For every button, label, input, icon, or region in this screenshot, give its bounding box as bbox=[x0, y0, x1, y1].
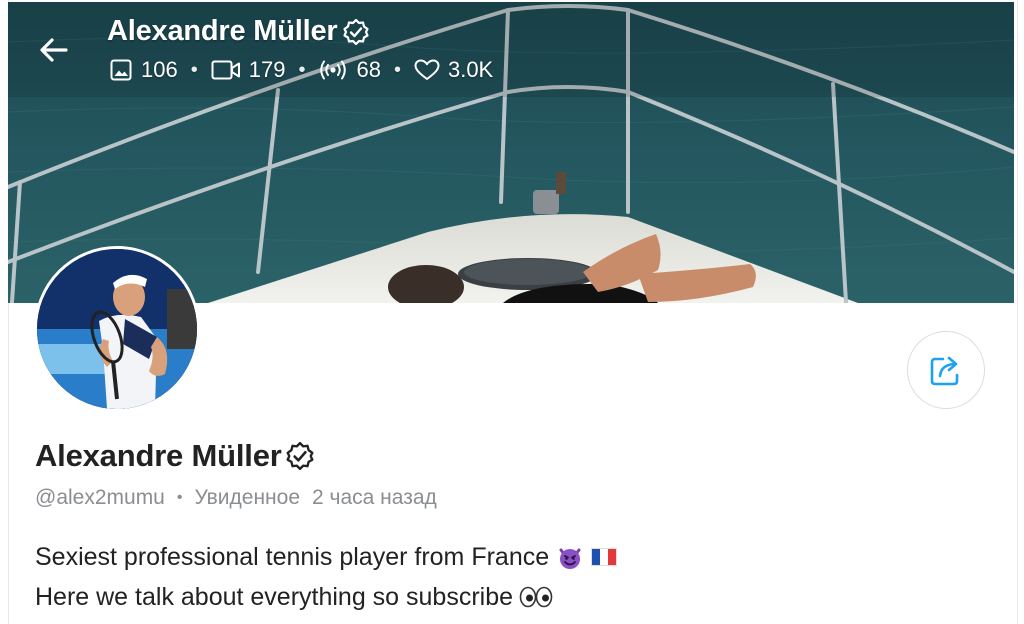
separator-dot: • bbox=[393, 58, 401, 81]
image-icon bbox=[110, 59, 132, 81]
profile-meta: @alex2mumu • Увиденное 2 часа назад bbox=[35, 486, 437, 510]
stat-likes-value: 3.0K bbox=[447, 57, 494, 82]
header-title: Alexandre Müller bbox=[107, 15, 370, 48]
share-button[interactable] bbox=[907, 331, 985, 409]
avatar-image bbox=[37, 249, 197, 409]
eyes-emoji-icon bbox=[519, 586, 553, 608]
avatar[interactable] bbox=[34, 246, 200, 412]
stat-videos-value: 179 bbox=[248, 57, 286, 82]
profile-name: Alexandre Müller bbox=[35, 438, 315, 474]
broadcast-icon bbox=[320, 60, 347, 80]
bio-line: Here we talk about everything so subscri… bbox=[35, 577, 617, 617]
separator-dot: • bbox=[298, 58, 306, 81]
stat-streams-value: 68 bbox=[356, 57, 381, 82]
stat-photos: 106 bbox=[109, 57, 178, 83]
bio-line-2: Here we talk about everything so subscri… bbox=[35, 583, 514, 611]
france-flag-icon bbox=[591, 548, 618, 566]
bio-line-1: Sexiest professional tennis player from … bbox=[35, 543, 550, 571]
separator-dot: • bbox=[176, 489, 183, 506]
last-seen-time: 2 часа назад bbox=[312, 486, 437, 509]
top-bar: Alexandre Müller 106 • 179 • 68 • 3.0K bbox=[8, 2, 1014, 92]
verified-badge-icon bbox=[286, 441, 314, 471]
video-icon bbox=[211, 60, 240, 80]
bio-line: Sexiest professional tennis player from … bbox=[35, 537, 618, 577]
stat-likes: 3.0K bbox=[414, 57, 493, 83]
profile-name-text: Alexandre Müller bbox=[35, 438, 282, 473]
stat-videos: 179 bbox=[211, 57, 286, 83]
profile-handle[interactable]: @alex2mumu bbox=[35, 486, 165, 510]
last-seen-label: Увиденное bbox=[194, 486, 301, 509]
share-icon bbox=[930, 356, 959, 386]
back-button[interactable] bbox=[36, 32, 72, 68]
heart-icon bbox=[414, 59, 440, 80]
stat-photos-value: 106 bbox=[141, 57, 178, 82]
profile-bio: Sexiest professional tennis player from … bbox=[35, 537, 618, 617]
stat-streams: 68 bbox=[318, 57, 381, 83]
stats-bar: 106 • 179 • 68 • 3.0K bbox=[109, 57, 493, 83]
separator-dot: • bbox=[190, 58, 198, 81]
arrow-left-icon bbox=[40, 38, 68, 62]
verified-badge-icon bbox=[342, 18, 369, 45]
header-name: Alexandre Müller bbox=[107, 15, 338, 47]
smiling-devil-emoji-icon bbox=[559, 548, 581, 569]
